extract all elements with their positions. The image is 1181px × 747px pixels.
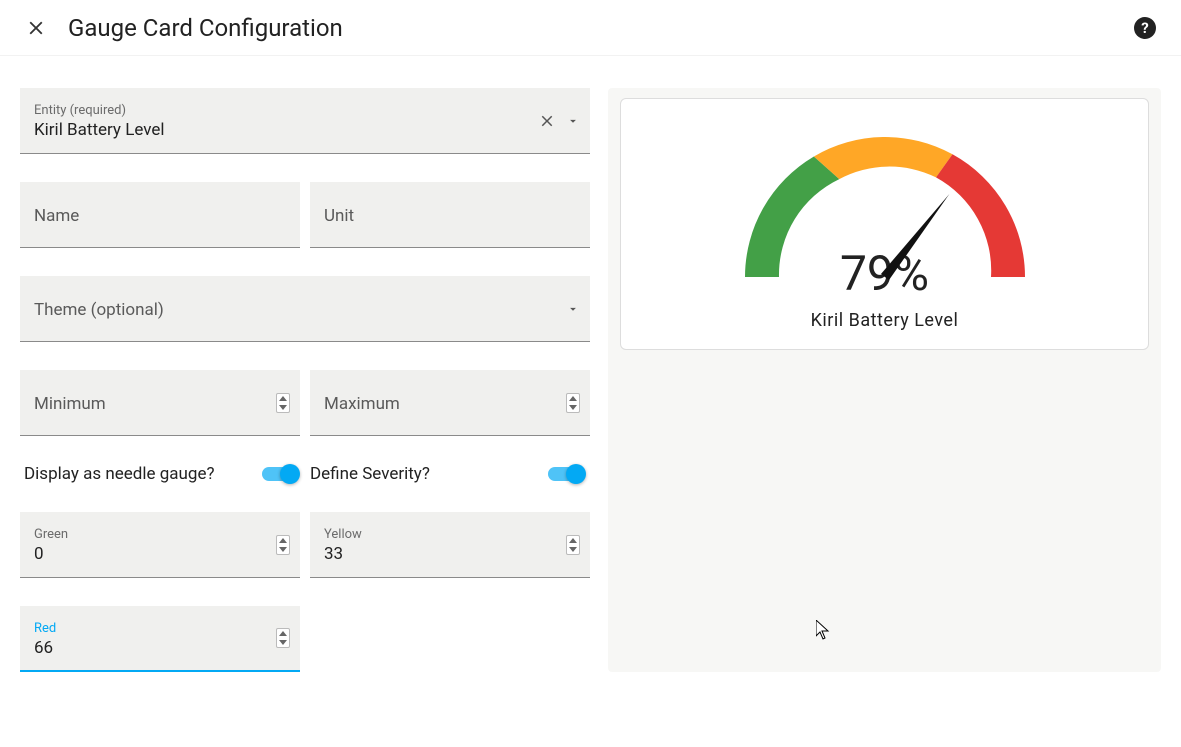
entity-dropdown-button[interactable] <box>566 114 580 128</box>
yellow-label: Yellow <box>324 527 576 542</box>
theme-field[interactable]: Theme (optional) <box>20 276 590 342</box>
updown-icon <box>279 396 287 410</box>
entity-label: Entity (required) <box>34 103 576 118</box>
close-button[interactable] <box>16 8 56 48</box>
maximum-stepper[interactable] <box>566 393 580 413</box>
minimum-stepper[interactable] <box>276 393 290 413</box>
theme-label: Theme (optional) <box>34 300 576 320</box>
updown-icon <box>569 396 577 410</box>
svg-text:?: ? <box>1141 19 1148 37</box>
help-button[interactable]: ? <box>1125 8 1165 48</box>
updown-icon <box>279 538 287 552</box>
clear-entity-button[interactable] <box>538 112 556 130</box>
updown-icon <box>569 538 577 552</box>
red-field[interactable]: Red 66 <box>20 606 300 672</box>
form-column: Entity (required) Kiril Battery Level Na… <box>20 88 590 672</box>
gauge-svg <box>735 127 1035 287</box>
maximum-field[interactable]: Maximum <box>310 370 590 436</box>
dialog-header: Gauge Card Configuration ? <box>0 0 1181 56</box>
maximum-label: Maximum <box>324 394 576 414</box>
toggle-row: Display as needle gauge? Define Severity… <box>20 464 590 484</box>
red-label: Red <box>34 621 286 636</box>
yellow-stepper[interactable] <box>566 535 580 555</box>
minimum-label: Minimum <box>34 394 286 414</box>
yellow-field[interactable]: Yellow 33 <box>310 512 590 578</box>
close-icon <box>25 17 47 39</box>
updown-icon <box>279 631 287 645</box>
chevron-down-icon <box>566 302 580 316</box>
needle-toggle[interactable] <box>262 464 300 484</box>
unit-field[interactable]: Unit <box>310 182 590 248</box>
yellow-value: 33 <box>324 544 576 564</box>
gauge-label-text: Kiril Battery Level <box>811 310 959 331</box>
severity-toggle-label: Define Severity? <box>310 464 430 484</box>
preview-column: 79% Kiril Battery Level <box>608 88 1161 672</box>
minimum-field[interactable]: Minimum <box>20 370 300 436</box>
preview-card: 79% Kiril Battery Level <box>620 98 1149 350</box>
dialog-content: Entity (required) Kiril Battery Level Na… <box>0 56 1181 672</box>
dialog-title: Gauge Card Configuration <box>68 14 343 42</box>
green-stepper[interactable] <box>276 535 290 555</box>
green-value: 0 <box>34 544 286 564</box>
name-field[interactable]: Name <box>20 182 300 248</box>
theme-dropdown-button[interactable] <box>566 302 580 316</box>
red-value: 66 <box>34 638 286 658</box>
red-stepper[interactable] <box>276 628 290 648</box>
close-icon <box>538 112 556 130</box>
green-field[interactable]: Green 0 <box>20 512 300 578</box>
unit-label: Unit <box>324 206 576 226</box>
entity-value: Kiril Battery Level <box>34 120 576 140</box>
help-icon: ? <box>1133 16 1157 40</box>
name-label: Name <box>34 206 286 226</box>
chevron-down-icon <box>566 114 580 128</box>
green-label: Green <box>34 527 286 542</box>
needle-toggle-label: Display as needle gauge? <box>24 464 215 484</box>
gauge-chart <box>735 127 1035 287</box>
severity-toggle[interactable] <box>548 464 586 484</box>
entity-field[interactable]: Entity (required) Kiril Battery Level <box>20 88 590 154</box>
